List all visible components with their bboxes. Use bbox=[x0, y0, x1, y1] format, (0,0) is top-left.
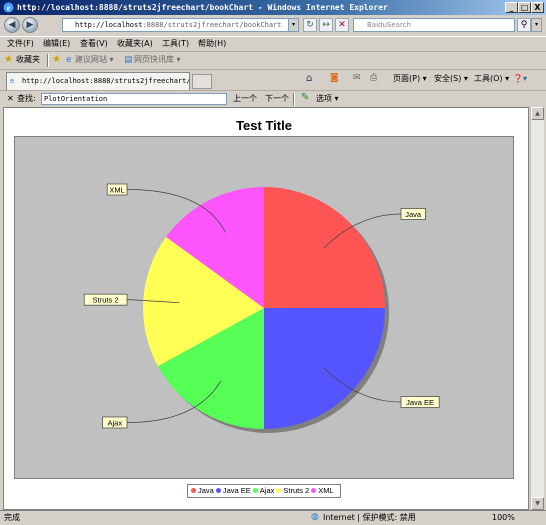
status-bar: 完成 ◍ Internet | 保护模式: 禁用 100% bbox=[0, 510, 546, 525]
slice-label: Java bbox=[405, 210, 422, 219]
suggested-sites-icon: e bbox=[66, 55, 72, 65]
favorites-separator bbox=[47, 54, 49, 67]
tab-active[interactable]: e http://localhost:8888/struts2jfreechar… bbox=[6, 72, 190, 90]
legend-swatch-icon bbox=[191, 488, 196, 493]
find-label: 查找: bbox=[17, 94, 36, 103]
web-slice-icon: ▤ bbox=[124, 55, 133, 65]
address-path: :8888/struts2jfreechart/bookChart bbox=[142, 21, 282, 29]
search-input[interactable]: BaiduSearch bbox=[353, 18, 515, 32]
window-titlebar: e http://localhost:8888/struts2jfreechar… bbox=[0, 0, 546, 15]
pie-chart: Java Java EE Ajax Struts 2 XML bbox=[83, 183, 440, 433]
go-icon[interactable]: ↔ bbox=[319, 18, 333, 32]
favorites-bar: ★ 收藏夹 ★ e 建议网站 ▾ ▤ 网页快讯库 ▾ bbox=[0, 51, 546, 69]
legend-label: Java EE bbox=[222, 486, 251, 495]
menu-tools[interactable]: 工具(T) bbox=[162, 38, 189, 50]
favorites-button[interactable]: 收藏夹 bbox=[16, 54, 40, 66]
slice-label: Java EE bbox=[406, 398, 434, 407]
legend-label: Java bbox=[198, 486, 214, 495]
address-toolbar: ◀ ▶ http://localhost:8888/struts2jfreech… bbox=[0, 15, 546, 35]
chart-legend: Java Java EE Ajax Struts 2 XML bbox=[187, 484, 341, 498]
zoom-level[interactable]: 100% bbox=[492, 511, 515, 524]
find-separator bbox=[293, 93, 295, 106]
legend-item: Struts 2 bbox=[276, 485, 309, 497]
find-close-icon[interactable]: ✕ bbox=[7, 93, 14, 105]
chart-title: Test Title bbox=[236, 118, 292, 133]
tab-favicon-icon: e bbox=[10, 77, 15, 85]
tab-bar: e http://localhost:8888/struts2jfreechar… bbox=[0, 69, 546, 90]
menu-edit[interactable]: 编辑(E) bbox=[43, 38, 70, 50]
plot-area: Java Java EE Ajax Struts 2 XML bbox=[14, 136, 514, 479]
find-bar: ✕ 查找: PlotOrientation 上一个 下一个 ✎ 选项 ▾ bbox=[0, 90, 546, 107]
legend-item: Ajax bbox=[252, 485, 275, 497]
internet-zone-icon: ◍ bbox=[311, 512, 319, 522]
close-window-button[interactable]: X bbox=[531, 2, 544, 13]
legend-label: XML bbox=[318, 486, 334, 495]
home-icon[interactable]: ⌂ bbox=[306, 73, 312, 84]
tab-title: http://localhost:8888/struts2jfreechart/… bbox=[22, 77, 190, 85]
scroll-down-icon[interactable]: ▼ bbox=[531, 497, 544, 510]
window-title: http://localhost:8888/struts2jfreechart/… bbox=[17, 3, 388, 12]
tools-menu[interactable]: 工具(O) ▾ bbox=[474, 73, 509, 85]
find-options-button[interactable]: 选项 ▾ bbox=[316, 93, 339, 105]
stop-icon[interactable]: ✕ bbox=[335, 18, 349, 32]
help-icon[interactable]: ❓▾ bbox=[513, 73, 527, 85]
scroll-up-icon[interactable]: ▲ bbox=[531, 107, 544, 120]
forward-button[interactable]: ▶ bbox=[22, 17, 38, 33]
vertical-scrollbar[interactable]: ▲ ▼ bbox=[530, 107, 544, 510]
ie-logo-icon: e bbox=[3, 2, 14, 13]
legend-swatch-icon bbox=[215, 488, 221, 493]
legend-swatch-icon bbox=[252, 488, 258, 493]
status-text: 完成 bbox=[4, 513, 20, 522]
legend-label: Ajax bbox=[259, 486, 275, 495]
refresh-icon[interactable]: ↻ bbox=[303, 18, 317, 32]
page-menu[interactable]: 页面(P) ▾ bbox=[393, 73, 427, 85]
suggested-sites-button[interactable]: 建议网站 ▾ bbox=[75, 54, 114, 66]
favorites-star-icon[interactable]: ★ bbox=[4, 54, 13, 65]
legend-item: XML bbox=[311, 485, 334, 497]
new-tab-button[interactable] bbox=[192, 74, 212, 89]
address-dropdown-icon[interactable]: ▾ bbox=[288, 18, 299, 32]
menu-view[interactable]: 查看(V) bbox=[80, 38, 108, 50]
page-content: Test Title Java Java EE Ajax Struts 2 XML Ja… bbox=[3, 107, 529, 510]
menu-bar: 文件(F) 编辑(E) 查看(V) 收藏夹(A) 工具(T) 帮助(H) bbox=[0, 36, 546, 51]
menu-file[interactable]: 文件(F) bbox=[7, 38, 34, 50]
legend-swatch-icon bbox=[276, 488, 282, 493]
find-previous-button[interactable]: 上一个 bbox=[233, 93, 257, 105]
address-host: http://localhost bbox=[75, 21, 143, 29]
legend-label: Struts 2 bbox=[283, 486, 310, 495]
safety-menu[interactable]: 安全(S) ▾ bbox=[434, 73, 468, 85]
print-icon[interactable]: ⎙ bbox=[370, 73, 377, 83]
find-input[interactable]: PlotOrientation bbox=[41, 93, 227, 105]
find-next-button[interactable]: 下一个 bbox=[265, 93, 289, 105]
read-mail-icon[interactable]: ✉ bbox=[353, 73, 361, 83]
search-icon[interactable]: ⚲ bbox=[517, 18, 531, 32]
slice-label: Ajax bbox=[108, 418, 123, 427]
legend-swatch-icon bbox=[311, 488, 317, 493]
zone-text: Internet | 保护模式: 禁用 bbox=[323, 513, 416, 522]
maximize-button[interactable]: □ bbox=[518, 2, 531, 13]
slice-label: Struts 2 bbox=[93, 296, 119, 305]
minimize-button[interactable]: _ bbox=[505, 2, 518, 13]
feeds-icon[interactable]: ◙ bbox=[330, 73, 339, 83]
slice-label: XML bbox=[109, 185, 124, 194]
svg-text:e: e bbox=[7, 4, 11, 13]
legend-item: Java EE bbox=[215, 485, 251, 497]
add-favorite-icon[interactable]: ★ bbox=[52, 54, 61, 65]
menu-help[interactable]: 帮助(H) bbox=[198, 38, 226, 50]
back-button[interactable]: ◀ bbox=[4, 17, 20, 33]
search-dropdown-icon[interactable]: ▾ bbox=[531, 18, 542, 32]
legend-item: Java bbox=[191, 485, 214, 497]
highlight-icon[interactable]: ✎ bbox=[301, 92, 309, 103]
menu-favorites[interactable]: 收藏夹(A) bbox=[117, 38, 153, 50]
address-input[interactable]: http://localhost:8888/struts2jfreechart/… bbox=[62, 18, 298, 32]
web-slice-button[interactable]: 网页快讯库 ▾ bbox=[134, 54, 181, 66]
